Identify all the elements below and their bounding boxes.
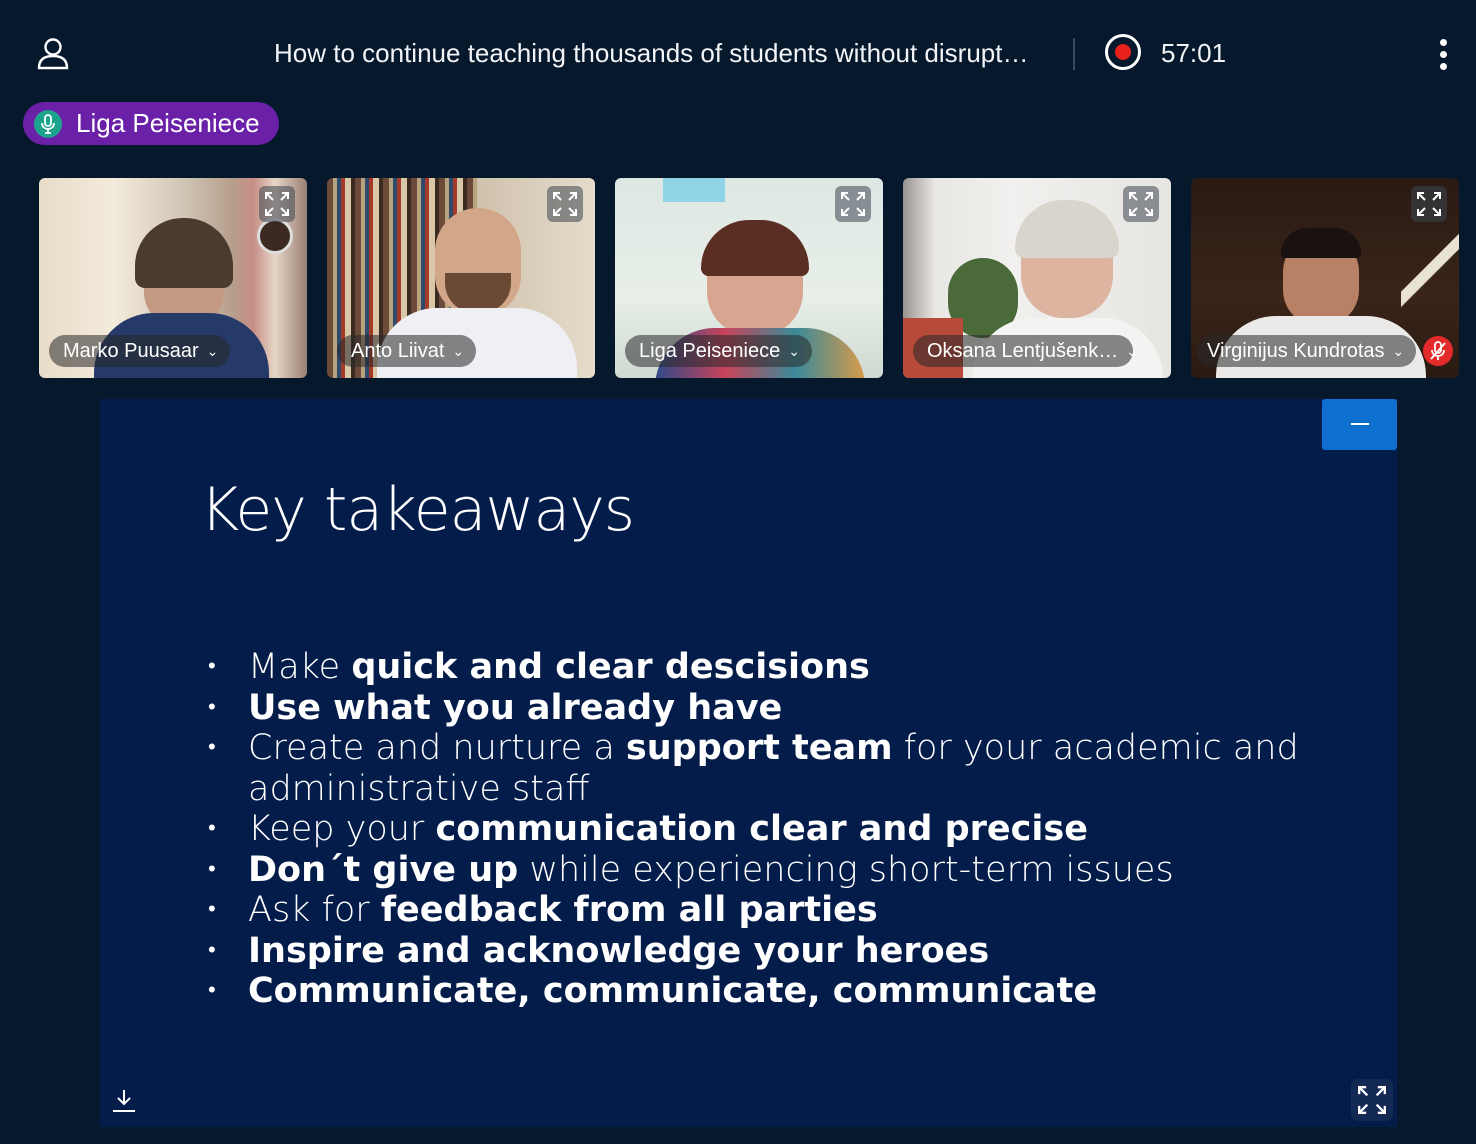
takeaway-emphasis: Don´t give up: [248, 849, 519, 890]
video-tile[interactable]: Marko Puusaar ⌄: [39, 178, 307, 378]
fullscreen-icon[interactable]: [259, 186, 295, 222]
top-bar: How to continue teaching thousands of st…: [0, 0, 1476, 100]
takeaway-emphasis: feedback from all parties: [380, 890, 878, 930]
fullscreen-icon[interactable]: [547, 186, 583, 222]
current-talker-indicator: Liga Peiseniece: [23, 102, 279, 145]
takeaway-item: Don´t give up while experiencing short-t…: [208, 850, 1318, 891]
more-vertical-icon[interactable]: [1430, 36, 1458, 72]
minimize-icon[interactable]: [1322, 399, 1397, 450]
record-icon[interactable]: [1105, 34, 1141, 70]
fullscreen-icon[interactable]: [1351, 1079, 1393, 1121]
mic-muted-icon: [1423, 336, 1453, 366]
takeaway-emphasis: Inspire and acknowledge your heroes: [248, 930, 990, 971]
video-tile[interactable]: Virginijus Kundrotas ⌄: [1191, 178, 1459, 378]
recording-timer: 57:01: [1161, 38, 1227, 68]
fullscreen-icon[interactable]: [835, 186, 871, 222]
slide-title: Key takeaways: [200, 475, 635, 545]
takeaway-item: Inspire and acknowledge your heroes: [208, 931, 1318, 972]
participant-name-label[interactable]: Oksana Lentjušenk… ⌄: [913, 335, 1138, 367]
divider: [1073, 38, 1075, 70]
video-tile[interactable]: Anto Liivat ⌄: [327, 178, 595, 378]
takeaway-item: Communicate, communicate, communicate: [208, 971, 1318, 1012]
participant-name-label[interactable]: Liga Peiseniece ⌄: [625, 335, 812, 367]
talker-name: Liga Peiseniece: [76, 108, 260, 138]
takeaway-item: Use what you already have: [208, 688, 1318, 729]
takeaway-emphasis: communication clear and precise: [435, 809, 1088, 849]
takeaway-text: Create and nurture a: [248, 728, 626, 768]
presentation-slide: Key takeaways Make quick and clear desci…: [100, 399, 1397, 1127]
fullscreen-icon[interactable]: [1411, 186, 1447, 222]
video-tile[interactable]: Liga Peiseniece ⌄: [615, 178, 883, 378]
microphone-icon: [34, 109, 62, 138]
chevron-down-icon: ⌄: [788, 342, 800, 359]
chevron-down-icon: ⌄: [452, 342, 465, 359]
video-tile[interactable]: Oksana Lentjušenk… ⌄: [903, 178, 1171, 378]
takeaway-item: Ask for feedback from all parties: [208, 890, 1318, 931]
download-icon[interactable]: [110, 1087, 138, 1115]
takeaway-emphasis: support team: [625, 728, 893, 768]
takeaway-item: Create and nurture a support team for yo…: [208, 728, 1318, 809]
meeting-title: How to continue teaching thousands of st…: [274, 38, 1034, 68]
user-icon[interactable]: [36, 36, 70, 70]
takeaway-emphasis: Use what you already have: [248, 687, 783, 728]
takeaway-item: Keep your communication clear and precis…: [208, 809, 1318, 850]
takeaway-emphasis: quick and clear descisions: [351, 647, 870, 687]
participant-name-label[interactable]: Marko Puusaar ⌄: [49, 335, 231, 367]
takeaway-text: while experiencing short-term issues: [518, 849, 1174, 890]
takeaway-text: Make: [248, 647, 352, 687]
participant-name-label[interactable]: Virginijus Kundrotas ⌄: [1197, 335, 1417, 367]
takeaways-list: Make quick and clear descisionsUse what …: [208, 647, 1318, 1012]
chevron-down-icon: ⌄: [206, 342, 219, 359]
takeaway-text: Keep your: [248, 809, 436, 849]
fullscreen-icon[interactable]: [1123, 186, 1159, 222]
takeaway-text: Ask for: [248, 890, 381, 930]
chevron-down-icon: ⌄: [1126, 342, 1138, 359]
participant-name-label[interactable]: Anto Liivat ⌄: [337, 335, 477, 367]
takeaway-item: Make quick and clear descisions: [208, 647, 1318, 688]
takeaway-emphasis: Communicate, communicate, communicate: [248, 971, 1098, 1011]
chevron-down-icon: ⌄: [1392, 342, 1405, 359]
